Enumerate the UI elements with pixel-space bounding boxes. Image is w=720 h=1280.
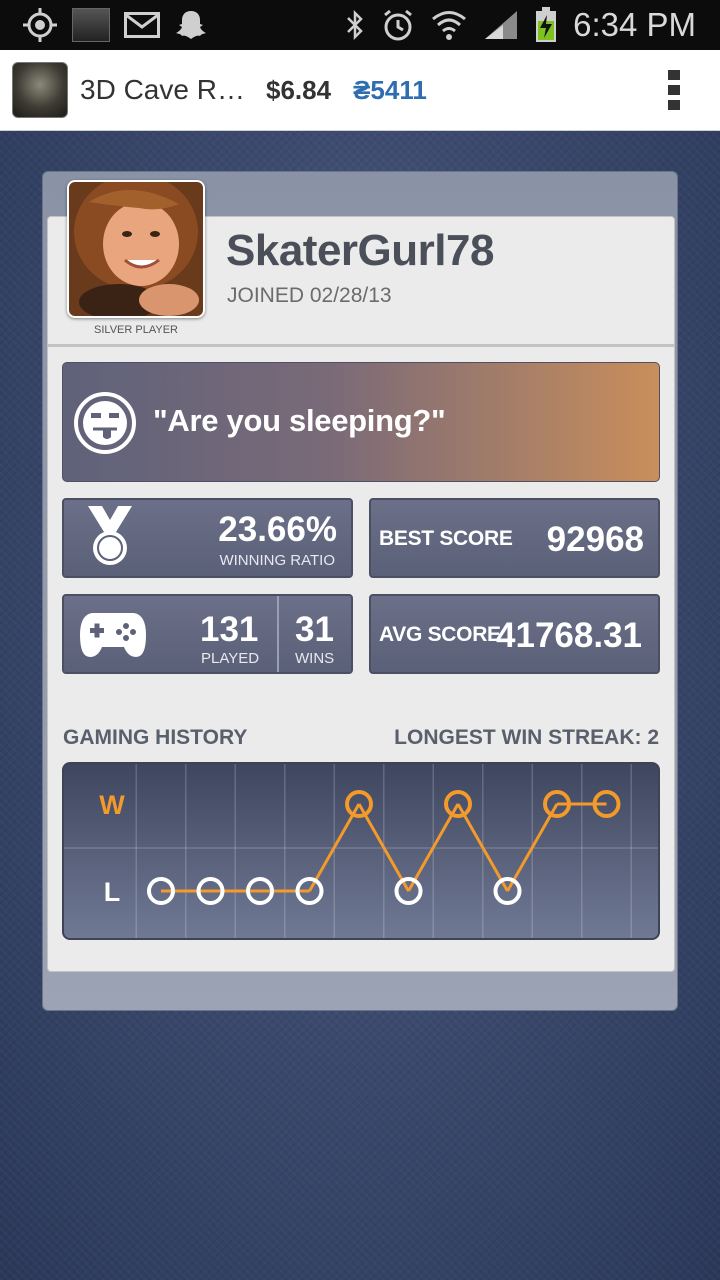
app-header: 3D Cave R… $6.84 ₴5411 <box>0 50 720 131</box>
winning-ratio-label: WINNING RATIO <box>219 552 335 569</box>
winning-ratio-value: 23.66% <box>218 510 337 549</box>
played-label: PLAYED <box>201 650 260 667</box>
played-value: 131 <box>200 610 259 649</box>
wins-value: 31 <box>295 610 334 649</box>
avg-score-value: 41768.31 <box>496 616 642 655</box>
username: SkaterGurl78 <box>226 226 494 275</box>
gamepad-icon <box>78 609 148 666</box>
clock-time: 6:34 PM <box>573 6 696 43</box>
games-played-tile: 131 PLAYED 31 WINS <box>62 594 353 674</box>
alarm-icon <box>381 8 415 42</box>
l-axis-label: L <box>104 877 121 907</box>
tongue-face-icon <box>73 391 137 460</box>
best-score-tile: BEST SCORE 92968 <box>369 498 660 578</box>
profile-divider <box>47 344 675 347</box>
gaming-history-chart: W L <box>62 762 660 940</box>
player-tier: SILVER PLAYER <box>94 324 178 336</box>
avg-score-label: AVG SCORE <box>379 623 501 646</box>
best-score-value: 92968 <box>546 520 644 559</box>
bluetooth-icon <box>345 9 365 41</box>
joined-date: JOINED 02/28/13 <box>227 284 392 307</box>
avg-score-tile: AVG SCORE 41768.31 <box>369 594 660 674</box>
signal-icon <box>483 9 519 41</box>
status-quote-banner[interactable]: "Are you sleeping?" <box>62 362 660 482</box>
medal-icon <box>84 504 136 575</box>
price-label: $6.84 <box>266 74 332 105</box>
history-chart-svg: W L <box>64 764 658 938</box>
battery-charging-icon <box>535 7 557 43</box>
status-bar: 6:34 PM <box>0 0 720 50</box>
coins-label: ₴5411 <box>353 74 427 105</box>
best-score-label: BEST SCORE <box>379 527 513 550</box>
chart-grid <box>64 764 658 938</box>
gps-icon <box>22 7 58 43</box>
wifi-icon <box>431 9 467 41</box>
gaming-history-title: GAMING HISTORY <box>63 726 248 749</box>
app-title[interactable]: 3D Cave R… <box>80 74 266 106</box>
app-thumbnail-icon <box>72 8 110 42</box>
mail-icon <box>124 12 160 38</box>
quote-text: "Are you sleeping?" <box>153 403 446 438</box>
w-axis-label: W <box>99 790 125 820</box>
winning-ratio-tile: 23.66% WINNING RATIO <box>62 498 353 578</box>
wins-label: WINS <box>295 650 335 667</box>
avatar[interactable] <box>67 180 205 318</box>
snapchat-icon <box>174 9 208 41</box>
overflow-menu-icon[interactable] <box>668 70 680 110</box>
stat-divider <box>277 596 279 672</box>
win-streak-label: LONGEST WIN STREAK: 2 <box>394 726 659 749</box>
game-thumbnail[interactable] <box>12 62 68 118</box>
